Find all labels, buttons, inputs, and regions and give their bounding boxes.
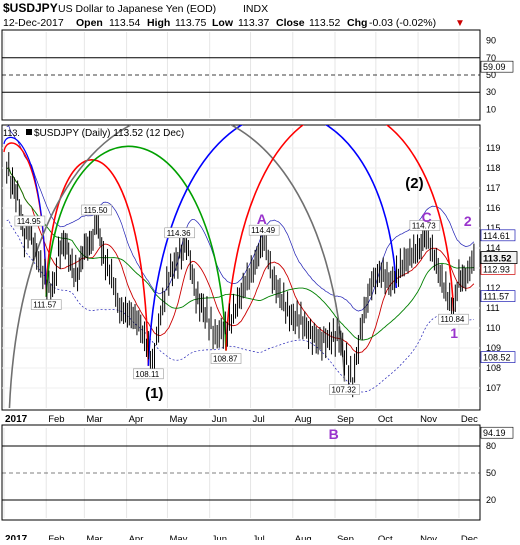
close-value: 113.52: [309, 17, 340, 29]
x-axis-tick-label: Jul: [253, 414, 265, 425]
x-axis-tick-label: May: [169, 534, 187, 540]
wave-label: B: [329, 426, 339, 442]
price-y-tick: 111: [486, 303, 500, 313]
wave-label: (1): [145, 385, 163, 402]
x-axis-tick-label: Jul: [253, 534, 265, 540]
low-label: Low: [212, 17, 234, 29]
lower-indicator-panel: [1, 424, 481, 521]
x-axis-tick-label: Aug: [295, 534, 312, 540]
x-axis-tick-label: Sep: [337, 534, 354, 540]
x-axis-tick-label: May: [169, 414, 187, 425]
close-label: Close: [276, 17, 305, 29]
exchange-label: INDX: [243, 3, 268, 15]
x-axis-tick-label: 2017: [5, 414, 28, 425]
x-axis-tick-label: Oct: [378, 414, 393, 425]
last-price-tag-text: 113.52: [483, 254, 512, 265]
upper-y-tick: 30: [486, 87, 496, 97]
high-value: 113.75: [175, 17, 206, 29]
x-axis-tick-label: Dec: [461, 534, 478, 540]
price-annotation-label: 108.87: [213, 355, 238, 364]
chg-down-icon: ▼: [455, 18, 465, 29]
x-axis-tick-label: Aug: [295, 414, 312, 425]
corner-value: 113.: [3, 128, 20, 138]
open-label: Open: [76, 17, 103, 29]
price-annotation-label: 114.95: [17, 217, 41, 226]
x-axis-tick-label: Dec: [461, 414, 478, 425]
x-axis-tick-label: Apr: [129, 414, 144, 425]
high-label: High: [147, 17, 170, 29]
upper-last-value-text: 59.09: [483, 62, 506, 72]
x-axis-tick-label: Oct: [378, 534, 393, 540]
lower-last-value-text: 94.19: [483, 428, 506, 438]
price-annotation-label: 115.50: [84, 206, 108, 215]
level-tag-text: 114.61: [483, 231, 510, 241]
price-annotation-label: 114.36: [167, 229, 191, 238]
wave-label: A: [257, 211, 267, 227]
price-annotation-label: 107.32: [332, 386, 357, 395]
x-axis-tick-label: Feb: [48, 414, 64, 425]
lower-y-tick: 20: [486, 495, 496, 505]
chart-canvas: $USDJPY US Dollar to Japanese Yen (EOD) …: [1, 1, 518, 545]
x-axis-tick-label: Feb: [48, 534, 64, 540]
lower-y-tick: 50: [486, 468, 496, 478]
price-y-tick: 119: [486, 143, 500, 153]
x-axis-tick-label: Mar: [86, 414, 102, 425]
price-legend: $USDJPY (Daily) 113.52 (12 Dec): [34, 128, 184, 139]
date-label: 12-Dec-2017: [3, 17, 64, 29]
x-axis-tick-label: Sep: [337, 414, 354, 425]
level-tag-text: 111.57: [483, 292, 509, 302]
x-axis-tick-label: Nov: [420, 414, 437, 425]
price-y-tick: 116: [486, 203, 500, 213]
price-annotation-label: 108.11: [135, 370, 159, 379]
wave-label: 2: [464, 213, 472, 229]
lower-y-tick: 80: [486, 441, 496, 451]
x-axis-tick-label: Jun: [212, 414, 227, 425]
wave-label: C: [422, 209, 432, 225]
legend-swatch: [26, 129, 32, 135]
chg-label: Chg: [347, 17, 367, 29]
x-axis-tick-label: Jun: [212, 534, 227, 540]
level-tag-text: 108.52: [483, 353, 511, 363]
x-axis-tick-label: 2017: [5, 534, 28, 540]
x-axis-tick-label: Apr: [129, 534, 144, 540]
price-annotation-label: 110.84: [440, 315, 464, 324]
chart-window: $USDJPY US Dollar to Japanese Yen (EOD) …: [0, 0, 520, 545]
open-value: 113.54: [109, 17, 140, 29]
price-y-tick: 108: [486, 363, 501, 373]
price-y-tick: 110: [486, 323, 500, 333]
price-annotation-label: 111.57: [33, 301, 57, 310]
wave-label: 1: [450, 325, 458, 341]
upper-y-tick: 90: [486, 36, 496, 46]
price-y-tick: 117: [486, 183, 500, 193]
price-y-tick: 118: [486, 163, 500, 173]
symbol-title: $USDJPY: [3, 1, 58, 15]
x-axis-tick-label: Nov: [420, 534, 437, 540]
price-y-tick: 107: [486, 383, 501, 393]
symbol-description: US Dollar to Japanese Yen (EOD): [58, 3, 216, 15]
wave-label: (2): [405, 175, 423, 192]
x-axis-tick-label: Mar: [86, 534, 102, 540]
low-value: 113.37: [238, 17, 269, 29]
chg-value: -0.03 (-0.02%): [369, 17, 436, 29]
level-tag-text: 112.93: [483, 264, 510, 274]
price-annotation-label: 114.49: [251, 226, 275, 235]
upper-y-tick: 10: [486, 104, 496, 114]
